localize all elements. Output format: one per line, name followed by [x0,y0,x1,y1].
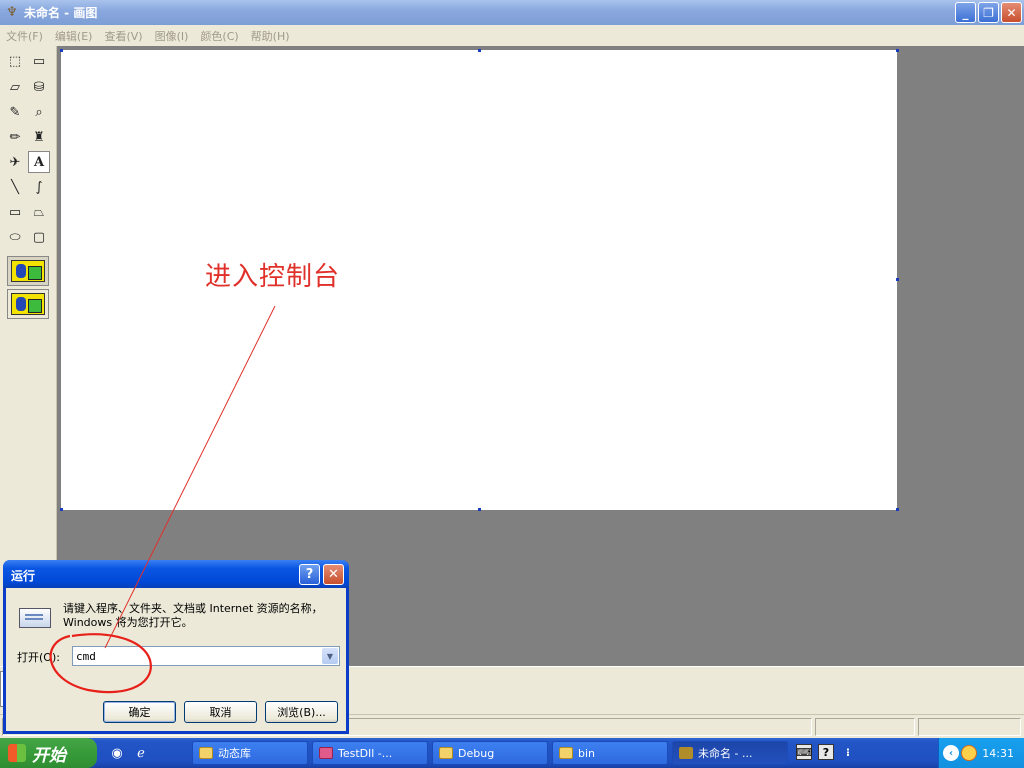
dialog-controls: ? ✕ [299,564,344,585]
task-label: bin [578,746,596,760]
menu-colors[interactable]: 颜色(C) [194,28,244,44]
chevron-left-icon[interactable]: ‹ [943,745,959,761]
taskbar: 开始 ◉ ℯ 动态库 TestDll -... Debug bin 未命名 - … [0,738,1024,768]
task-button[interactable]: Debug [432,741,548,765]
show-desktop-icon[interactable]: ◉ [109,745,125,761]
open-combobox[interactable]: ▼ [72,646,340,666]
folder-icon [439,747,453,759]
ellipse-icon[interactable]: ⬭ [4,226,26,248]
color-picker-icon[interactable]: ✎ [4,101,26,123]
menu-bar: 文件(F) 编辑(E) 查看(V) 图像(I) 颜色(C) 帮助(H) [0,25,1024,46]
task-label: 动态库 [218,747,251,760]
task-label: 未命名 - ... [698,747,753,760]
window-title: 未命名 - 画图 [24,6,98,20]
run-program-icon [19,608,51,628]
status-size [918,718,1021,736]
language-bar: ⌨ ? ⁝ [796,744,856,760]
menu-image[interactable]: 图像(I) [149,28,195,44]
task-label: TestDll -... [338,746,393,760]
resize-handle [896,49,899,52]
tray-app-icon[interactable] [961,745,977,761]
window-controls: _ ❐ ✕ [955,2,1022,23]
title-bar: ♆ 未命名 - 画图 _ ❐ ✕ [0,0,1024,25]
open-label: 打开(O): [17,651,60,664]
help-button[interactable]: ? [299,564,320,585]
clock: 14:31 [982,746,1014,760]
drawing-canvas[interactable]: 进入控制台 [61,50,897,510]
ok-button[interactable]: 确定 [103,701,176,723]
line-icon[interactable]: ╲ [4,176,26,198]
folder-icon [559,747,573,759]
transparent-background-option[interactable] [7,289,49,319]
restore-button[interactable]: ❐ [978,2,999,23]
help-icon[interactable]: ? [818,744,834,760]
rectangle-icon[interactable]: ▭ [4,201,26,223]
airbrush-icon[interactable]: ✈ [4,151,26,173]
pencil-icon[interactable]: ✏ [4,126,26,148]
rounded-rect-icon[interactable]: ▢ [28,226,50,248]
system-tray: ‹ 14:31 [938,738,1024,768]
polygon-icon[interactable]: ⏢ [28,201,50,223]
run-dialog: 运行 ? ✕ 请键入程序、文件夹、文档或 Internet 资源的名称，Wind… [3,560,349,734]
menu-file[interactable]: 文件(F) [0,28,49,44]
resize-handle [60,49,63,52]
visual-studio-icon [319,747,333,759]
chevron-down-icon[interactable]: ▼ [322,648,338,664]
text-tool-icon[interactable]: A [28,151,50,173]
task-button[interactable]: 动态库 [192,741,308,765]
options-icon[interactable]: ⁝ [840,744,856,760]
curve-icon[interactable]: ∫ [28,176,50,198]
menu-help[interactable]: 帮助(H) [245,28,296,44]
folder-icon [199,747,213,759]
quick-launch: ◉ ℯ [109,745,183,761]
free-select-icon[interactable]: ⬚ [4,50,26,72]
run-dialog-title: 运行 [3,560,349,588]
resize-handle[interactable] [896,508,899,511]
opaque-background-option[interactable] [7,256,49,286]
internet-explorer-icon[interactable]: ℯ [133,745,149,761]
start-button[interactable]: 开始 [0,738,97,768]
resize-handle [478,49,481,52]
run-description: 请键入程序、文件夹、文档或 Internet 资源的名称，Windows 将为您… [63,602,323,629]
keyboard-icon[interactable]: ⌨ [796,744,812,760]
resize-handle [60,508,63,511]
menu-edit[interactable]: 编辑(E) [49,28,99,44]
rect-select-icon[interactable]: ▭ [28,50,50,72]
fill-icon[interactable]: ⛁ [28,76,50,98]
windows-flag-icon [8,744,26,762]
close-button[interactable]: ✕ [1001,2,1022,23]
eraser-icon[interactable]: ▱ [4,76,26,98]
annotation-text: 进入控制台 [205,262,341,292]
task-button[interactable]: TestDll -... [312,741,428,765]
task-button[interactable]: bin [552,741,668,765]
status-coords [815,718,915,736]
cancel-button[interactable]: 取消 [184,701,257,723]
task-label: Debug [458,746,495,760]
browse-button[interactable]: 浏览(B)... [265,701,338,723]
minimize-button[interactable]: _ [955,2,976,23]
resize-handle[interactable] [478,508,481,511]
dialog-close-button[interactable]: ✕ [323,564,344,585]
resize-handle[interactable] [896,278,899,281]
brush-icon[interactable]: ♜ [28,126,50,148]
menu-view[interactable]: 查看(V) [98,28,148,44]
paint-brush-icon: ♆ [6,5,18,20]
task-button-active[interactable]: 未命名 - ... [672,741,788,765]
paint-brush-icon [679,747,693,759]
start-label: 开始 [32,745,66,766]
open-input[interactable] [73,648,319,664]
magnifier-icon[interactable]: ⌕ [28,101,50,123]
